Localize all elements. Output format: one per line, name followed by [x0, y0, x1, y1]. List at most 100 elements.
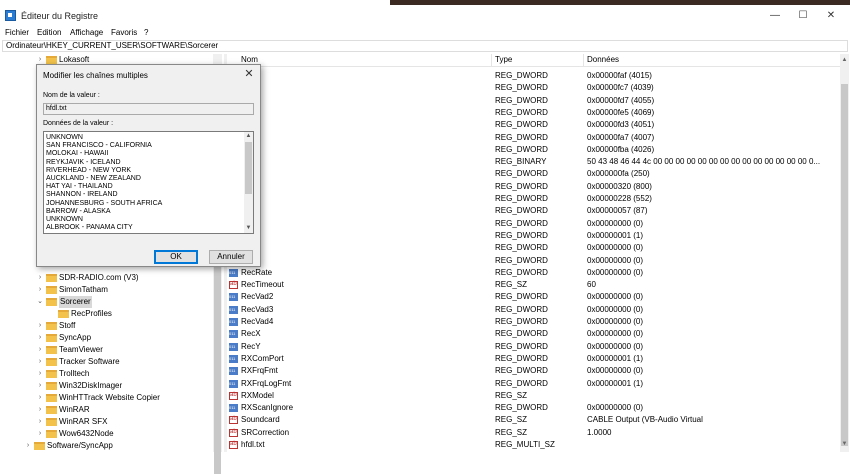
scroll-down-icon[interactable]: ▼ [840, 440, 849, 449]
value-data-textarea[interactable]: ▲ ▼ UNKNOWN SAN FRANCISCO - CALIFORNIA MOL… [43, 131, 254, 234]
tree-item[interactable]: › SDR-RADIO.com (V3) [0, 272, 210, 284]
chevron-right-icon[interactable]: › [36, 344, 44, 356]
values-list[interactable]: Nom Type Données eREG_DWORD0x00000faf (4… [227, 54, 840, 452]
scroll-up-icon[interactable]: ▲ [840, 56, 849, 65]
dialog-close-icon[interactable]: ✕ [242, 67, 256, 81]
tree-item[interactable]: RecProfiles [0, 308, 210, 320]
value-row[interactable]: REG_DWORD 0x00000fc7 (4039) [227, 82, 840, 94]
value-row[interactable]: RecVad3 REG_DWORD 0x00000000 (0) [227, 304, 840, 316]
value-row[interactable]: RecRate REG_DWORD 0x00000000 (0) [227, 267, 840, 279]
value-row[interactable]: RecVad4 REG_DWORD 0x00000000 (0) [227, 316, 840, 328]
chevron-right-icon[interactable]: › [36, 332, 44, 344]
value-row[interactable]: RXComPort REG_DWORD 0x00000001 (1) [227, 353, 840, 365]
tree-item[interactable]: › Software/SyncApp [0, 440, 210, 452]
folder-icon [46, 286, 57, 294]
value-row[interactable]: RXModel REG_SZ [227, 390, 840, 402]
column-name[interactable]: Nom [241, 55, 258, 64]
column-data[interactable]: Données [587, 55, 619, 64]
tree-item[interactable]: › WinHTTrack Website Copier [0, 392, 210, 404]
tree-item[interactable]: › WinRAR [0, 404, 210, 416]
tree-item[interactable]: › TeamViewer [0, 344, 210, 356]
value-row[interactable]: f3REG_DWORD0x00000001 (1) [227, 230, 840, 242]
value-data: 0x000000fa (250) [587, 169, 650, 179]
value-row[interactable]: WREG_DWORD0x00000320 (800) [227, 181, 840, 193]
address-bar[interactable]: Ordinateur\HKEY_CURRENT_USER\SOFTWARE\So… [2, 40, 848, 52]
value-row[interactable]: RecTimeout REG_SZ 60 [227, 279, 840, 291]
textarea-scroll-up-icon[interactable]: ▲ [244, 132, 253, 141]
value-row[interactable]: ggingREG_DWORD0x00000000 (0) [227, 255, 840, 267]
menu-edition[interactable]: Edition [37, 28, 61, 37]
close-button[interactable]: ✕ [816, 8, 846, 24]
value-row[interactable]: sREG_DWORD0x00000fd7 (4055) [227, 95, 840, 107]
menu-fichier[interactable]: Fichier [5, 28, 29, 37]
folder-icon [46, 56, 57, 64]
chevron-right-icon[interactable]: › [36, 320, 44, 332]
value-row[interactable]: HREG_DWORD0x000000fa (250) [227, 168, 840, 180]
chevron-down-icon[interactable]: ⌄ [36, 296, 44, 308]
list-scrollbar[interactable]: ▲ ▼ [840, 54, 849, 452]
value-row[interactable]: rREG_DWORD0x00000fe5 (4069) [227, 107, 840, 119]
column-type[interactable]: Type [495, 55, 512, 64]
maximize-button[interactable]: ☐ [788, 8, 818, 24]
textarea-scrollbar[interactable]: ▲ ▼ [244, 132, 253, 233]
value-data: 0x00000fba (4026) [587, 144, 655, 154]
value-row[interactable]: eREG_DWORD0x00000faf (4015) [227, 70, 840, 82]
value-row[interactable]: RecVad2 REG_DWORD 0x00000000 (0) [227, 291, 840, 303]
value-row[interactable]: f2REG_DWORD0x00000000 (0) [227, 218, 840, 230]
value-row[interactable]: onfREG_BINARY50 43 48 46 44 4c 00 00 00 … [227, 156, 840, 168]
value-row[interactable]: SRCorrection REG_SZ 1.0000 [227, 427, 840, 439]
chevron-right-icon[interactable]: › [36, 380, 44, 392]
chevron-right-icon[interactable]: › [36, 284, 44, 296]
tree-item[interactable]: › SimonTatham [0, 284, 210, 296]
value-row[interactable]: RXScanIgnore REG_DWORD 0x00000000 (0) [227, 402, 840, 414]
chevron-right-icon[interactable]: › [36, 368, 44, 380]
textarea-scroll-down-icon[interactable]: ▼ [244, 224, 253, 233]
cancel-button[interactable]: Annuler [209, 250, 253, 264]
tree-item[interactable]: › WinRAR SFX [0, 416, 210, 428]
tree-item[interactable]: ⌄ Sorcerer [0, 296, 210, 308]
tree-item[interactable]: › Trolltech [0, 368, 210, 380]
textarea-scroll-thumb[interactable] [245, 142, 252, 194]
value-type: REG_DWORD [495, 95, 548, 105]
value-data: 0x00000001 (1) [587, 230, 644, 240]
value-row[interactable]: dREG_DWORD0x00000fd3 (4051) [227, 119, 840, 131]
tree-item[interactable]: › Win32DiskImager [0, 380, 210, 392]
value-row[interactable]: RecX REG_DWORD 0x00000000 (0) [227, 328, 840, 340]
chevron-right-icon[interactable]: › [36, 392, 44, 404]
value-row[interactable]: REG_DWORD 0x00000fa7 (4007) [227, 132, 840, 144]
value-row[interactable]: f4REG_DWORD0x00000000 (0) [227, 242, 840, 254]
value-data: 0x00000320 (800) [587, 181, 652, 191]
minimize-button[interactable]: — [760, 8, 790, 24]
value-type: REG_DWORD [495, 169, 548, 179]
menu-help[interactable]: ? [144, 28, 148, 37]
chevron-right-icon[interactable]: › [24, 440, 32, 452]
chevron-right-icon[interactable]: › [36, 416, 44, 428]
value-data: 0x00000fd3 (4051) [587, 120, 655, 130]
value-row[interactable]: RXFrqFmt REG_DWORD 0x00000000 (0) [227, 365, 840, 377]
list-scroll-thumb[interactable] [841, 84, 848, 446]
column-separator[interactable] [491, 54, 492, 67]
value-row[interactable]: Soundcard REG_SZ CABLE Output (VB-Audio Vi… [227, 414, 840, 426]
tree-item[interactable]: › Tracker Software [0, 356, 210, 368]
value-row[interactable]: YREG_DWORD0x00000057 (87) [227, 205, 840, 217]
chevron-right-icon[interactable]: › [36, 272, 44, 284]
column-separator[interactable] [583, 54, 584, 67]
value-data: 0x00000000 (0) [587, 329, 644, 339]
chevron-right-icon[interactable]: › [36, 356, 44, 368]
tree-item[interactable]: › SyncApp [0, 332, 210, 344]
chevron-right-icon[interactable]: › [36, 404, 44, 416]
multistring-line: AUCKLAND - NEW ZEALAND [46, 175, 141, 182]
chevron-right-icon[interactable]: › [36, 428, 44, 440]
tree-item[interactable]: › Stoff [0, 320, 210, 332]
menu-affichage[interactable]: Affichage [70, 28, 103, 37]
folder-icon [46, 346, 57, 354]
value-row[interactable]: REG_DWORD 0x00000fba (4026) [227, 144, 840, 156]
value-row[interactable]: RecY REG_DWORD 0x00000000 (0) [227, 341, 840, 353]
value-row[interactable]: RXFrqLogFmt REG_DWORD 0x00000001 (1) [227, 378, 840, 390]
value-row[interactable]: XREG_DWORD0x00000228 (552) [227, 193, 840, 205]
ok-button[interactable]: OK [154, 250, 198, 264]
menu-favoris[interactable]: Favoris [111, 28, 137, 37]
tree-item[interactable]: › Wow6432Node [0, 428, 210, 440]
value-name: RXComPort [241, 353, 284, 363]
value-row[interactable]: hfdl.txt REG_MULTI_SZ [227, 439, 840, 451]
